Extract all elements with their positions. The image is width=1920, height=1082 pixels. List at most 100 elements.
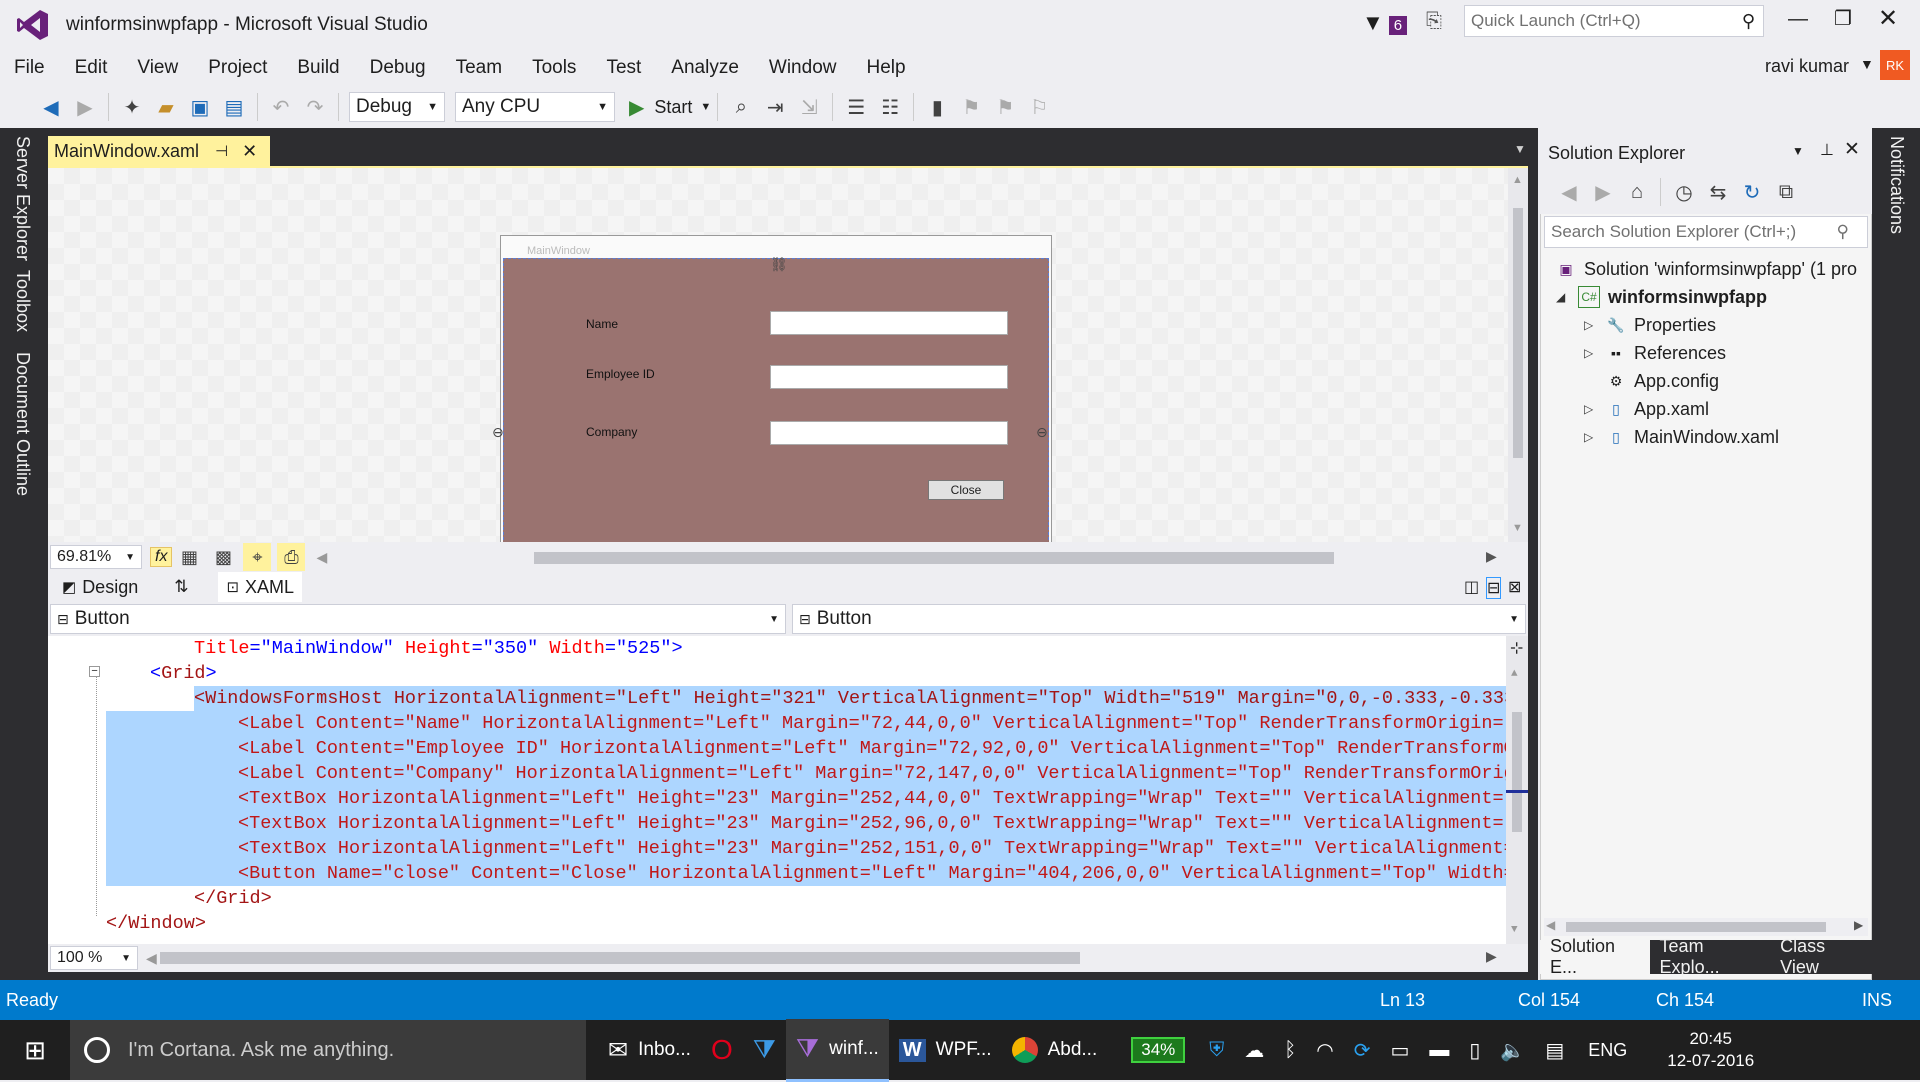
collapse-pane-icon[interactable]: ⊠	[1508, 577, 1521, 597]
snap-lines-icon[interactable]: ⌖	[243, 543, 272, 571]
taskbar-app-word[interactable]: W WPF...	[889, 1020, 1002, 1080]
quick-launch-box[interactable]: Quick Launch (Ctrl+Q) ⚲	[1464, 5, 1764, 37]
element-selector-left[interactable]: ⊟ Button ▼	[50, 604, 786, 634]
tree-item-app-xaml[interactable]: ▷ ▯ App.xaml	[1584, 396, 1709, 422]
refresh-icon[interactable]: ↻	[1738, 178, 1766, 206]
tree-item-app-config[interactable]: ⚙ App.config	[1584, 368, 1719, 394]
feedback-icon[interactable]: ⎘	[1426, 10, 1442, 33]
next-bookmark-icon[interactable]: ⚑	[991, 93, 1019, 121]
menu-window[interactable]: Window	[769, 57, 837, 79]
tree-project[interactable]: ◢ C# winformsinwpfapp	[1556, 284, 1767, 310]
scroll-thumb[interactable]	[1512, 712, 1522, 832]
element-selector-right[interactable]: ⊟ Button ▼	[792, 604, 1526, 634]
tab-team-explorer[interactable]: Team Explo...	[1650, 936, 1771, 977]
search-input[interactable]: Search Solution Explorer (Ctrl+;)	[1551, 222, 1837, 242]
collapsed-triangle-icon[interactable]: ▷	[1584, 430, 1598, 444]
menu-project[interactable]: Project	[208, 57, 267, 79]
scroll-down-icon[interactable]: ▼	[1512, 522, 1523, 534]
xaml-code-editor[interactable]: − Title="MainWindow" Height="350" Width=…	[48, 636, 1528, 944]
solution-config-select[interactable]: Debug ▼	[349, 92, 445, 122]
scroll-up-icon[interactable]: ▲	[1511, 668, 1518, 680]
code-zoom-select[interactable]: 100 % ▼	[50, 946, 138, 970]
bookmark-icon[interactable]: ▮	[923, 93, 951, 121]
split-icon[interactable]: ⊹	[1510, 638, 1523, 658]
code-horizontal-thumb[interactable]	[160, 952, 1080, 964]
swap-panes-icon[interactable]: ⇅	[174, 577, 188, 597]
collapse-region-icon[interactable]: −	[89, 666, 100, 678]
cortana-search-box[interactable]: I'm Cortana. Ask me anything.	[70, 1020, 586, 1080]
margin-link-icon[interactable]: ⊖	[1036, 424, 1048, 441]
open-file-icon[interactable]: ▰	[152, 93, 180, 121]
menu-analyze[interactable]: Analyze	[671, 57, 739, 79]
grid-icon[interactable]: ▦	[175, 543, 203, 571]
clear-bookmarks-icon[interactable]: ⚐	[1025, 93, 1053, 121]
solution-explorer-hscrollbar[interactable]: ◀ ▶	[1544, 918, 1868, 936]
user-avatar[interactable]: RK	[1880, 50, 1910, 80]
menu-build[interactable]: Build	[297, 57, 339, 79]
windows-start-icon[interactable]: ⊞	[0, 1035, 70, 1066]
forward-icon[interactable]: ▶	[71, 93, 99, 121]
notifications-tab[interactable]: Notifications	[1886, 136, 1907, 234]
tree-item-properties[interactable]: ▷ 🔧 Properties	[1584, 312, 1716, 338]
collapsed-triangle-icon[interactable]: ▷	[1584, 402, 1598, 416]
volume-icon[interactable]: 🔈	[1500, 1038, 1525, 1063]
close-icon[interactable]: ✕	[242, 141, 257, 162]
collapsed-triangle-icon[interactable]: ▷	[1584, 346, 1598, 360]
zoom-select[interactable]: 69.81% ▼	[50, 545, 142, 569]
search-icon[interactable]: ⚲	[1837, 222, 1867, 242]
battery-widget[interactable]: 34%	[1121, 1020, 1195, 1080]
close-icon[interactable]: ✕	[1844, 138, 1860, 161]
home-icon[interactable]: ⌂	[1623, 178, 1651, 206]
scroll-right-icon[interactable]: ▶	[1854, 918, 1863, 932]
tab-design[interactable]: ◩ Design	[62, 577, 138, 598]
designer-horizontal-thumb[interactable]	[534, 552, 1334, 564]
notifications-flag[interactable]: ▼ 6	[1362, 10, 1408, 36]
minimize-button[interactable]: —	[1788, 8, 1808, 31]
taskbar-app-mail[interactable]: ✉ Inbo...	[598, 1020, 701, 1080]
scroll-left-icon[interactable]: ◀	[146, 950, 157, 967]
shield-icon[interactable]: ⛨	[1209, 1039, 1224, 1062]
update-icon[interactable]: ⟳	[1354, 1038, 1371, 1063]
scroll-left-icon[interactable]: ◀	[1546, 918, 1555, 932]
taskbar-app-opera[interactable]: O	[701, 1020, 743, 1080]
snap-grid-icon[interactable]: ▩	[209, 543, 237, 571]
menu-edit[interactable]: Edit	[75, 57, 108, 79]
quick-launch-input[interactable]: Quick Launch (Ctrl+Q)	[1465, 11, 1742, 31]
tree-item-mainwindow-xaml[interactable]: ▷ ▯ MainWindow.xaml	[1584, 424, 1779, 450]
tab-solution-explorer[interactable]: Solution E...	[1540, 936, 1650, 977]
sync-icon[interactable]: ⇆	[1704, 178, 1732, 206]
employee-id-textbox[interactable]	[770, 365, 1008, 389]
tree-item-references[interactable]: ▷ ▪▪ References	[1584, 340, 1726, 366]
collapse-all-icon[interactable]: ⧉	[1772, 178, 1800, 206]
taskbar-app-vscode[interactable]: ⧩	[743, 1020, 786, 1080]
scroll-thumb[interactable]	[1566, 922, 1826, 932]
scroll-down-icon[interactable]: ▼	[1511, 924, 1518, 936]
language-indicator[interactable]: ENG	[1588, 1040, 1627, 1061]
new-project-icon[interactable]: ✦	[118, 93, 146, 121]
document-outline-tab[interactable]: Document Outline	[12, 352, 33, 496]
menu-file[interactable]: File	[14, 57, 45, 79]
search-icon[interactable]: ⚲	[1742, 11, 1763, 32]
redo-icon[interactable]: ↷	[301, 93, 329, 121]
tab-list-dropdown-icon[interactable]: ▼	[1514, 142, 1526, 156]
expanded-triangle-icon[interactable]: ◢	[1556, 290, 1570, 304]
screen-icon[interactable]: ▭	[1391, 1038, 1410, 1063]
vertical-split-icon[interactable]: ◫	[1464, 577, 1479, 597]
scroll-thumb[interactable]	[1513, 208, 1523, 458]
tab-mainwindow-xaml[interactable]: MainWindow.xaml ⊣ ✕	[48, 136, 270, 166]
scroll-right-icon[interactable]: ▶	[1486, 948, 1497, 965]
company-textbox[interactable]	[770, 421, 1008, 445]
step-over-icon[interactable]: ⇥	[761, 93, 789, 121]
chevron-down-icon[interactable]: ▼	[1792, 144, 1804, 158]
start-button[interactable]: ▶ Start ▼	[629, 95, 711, 120]
step-into-icon[interactable]: ⇲	[795, 93, 823, 121]
outdent-icon[interactable]: ☰	[842, 93, 870, 121]
windows-forms-host[interactable]: Name Employee ID Company	[503, 258, 1049, 545]
tab-class-view[interactable]: Class View	[1770, 936, 1872, 977]
project-code-icon[interactable]: ⎙	[277, 543, 306, 571]
pin-icon[interactable]: ⊣	[215, 142, 228, 160]
menu-team[interactable]: Team	[456, 57, 502, 79]
name-textbox[interactable]	[770, 311, 1008, 335]
menu-help[interactable]: Help	[866, 57, 905, 79]
solution-platform-select[interactable]: Any CPU ▼	[455, 92, 615, 122]
